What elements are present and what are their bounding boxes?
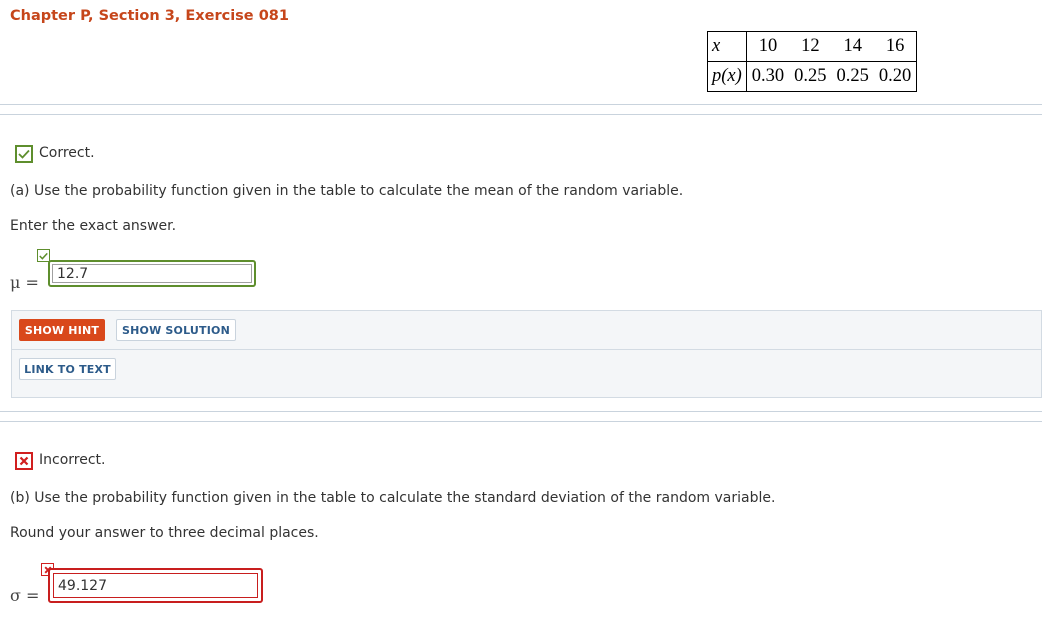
sigma-symbol: σ = — [10, 586, 40, 605]
section-divider — [0, 104, 1042, 105]
question-b: (b) Use the probability function given i… — [10, 490, 776, 506]
p-value: 0.25 — [836, 66, 869, 86]
incorrect-x-icon — [15, 452, 33, 470]
instruction-a: Enter the exact answer. — [10, 218, 177, 234]
show-solution-button[interactable]: SHOW SOLUTION — [116, 319, 236, 341]
x-value: 12 — [789, 31, 832, 62]
section-divider — [0, 411, 1042, 412]
table-row-x: x 10 12 14 16 — [707, 31, 917, 62]
panel-divider — [11, 349, 1042, 350]
x-value: 16 — [873, 31, 917, 62]
std-dev-answer-input[interactable]: 49.127 — [48, 568, 263, 603]
mean-answer-input[interactable]: 12.7 — [48, 260, 256, 287]
x-label: x — [707, 31, 747, 62]
status-correct: Correct. — [39, 145, 95, 161]
mu-symbol: μ = — [10, 273, 39, 292]
p-value: 0.20 — [878, 66, 912, 86]
section-divider — [0, 114, 1042, 115]
correct-check-icon — [15, 145, 33, 163]
std-dev-answer-value: 49.127 — [53, 573, 258, 598]
show-hint-button[interactable]: SHOW HINT — [19, 319, 105, 341]
px-label: p(x) — [707, 61, 747, 92]
question-a: (a) Use the probability function given i… — [10, 183, 684, 199]
link-to-text-button[interactable]: LINK TO TEXT — [19, 358, 116, 380]
x-value: 14 — [831, 31, 874, 62]
p-value: 0.25 — [794, 66, 827, 86]
probability-table: x 10 12 14 16 p(x) 0.30 0.25 0.25 0.20 — [707, 31, 918, 92]
p-value: 0.30 — [751, 66, 785, 86]
x-value: 10 — [746, 31, 790, 62]
status-incorrect: Incorrect. — [39, 452, 106, 468]
page-title: Chapter P, Section 3, Exercise 081 — [10, 8, 289, 24]
mean-answer-value: 12.7 — [52, 264, 252, 283]
section-divider — [0, 421, 1042, 422]
instruction-b: Round your answer to three decimal place… — [10, 525, 319, 541]
table-row-px: p(x) 0.30 0.25 0.25 0.20 — [707, 61, 917, 92]
